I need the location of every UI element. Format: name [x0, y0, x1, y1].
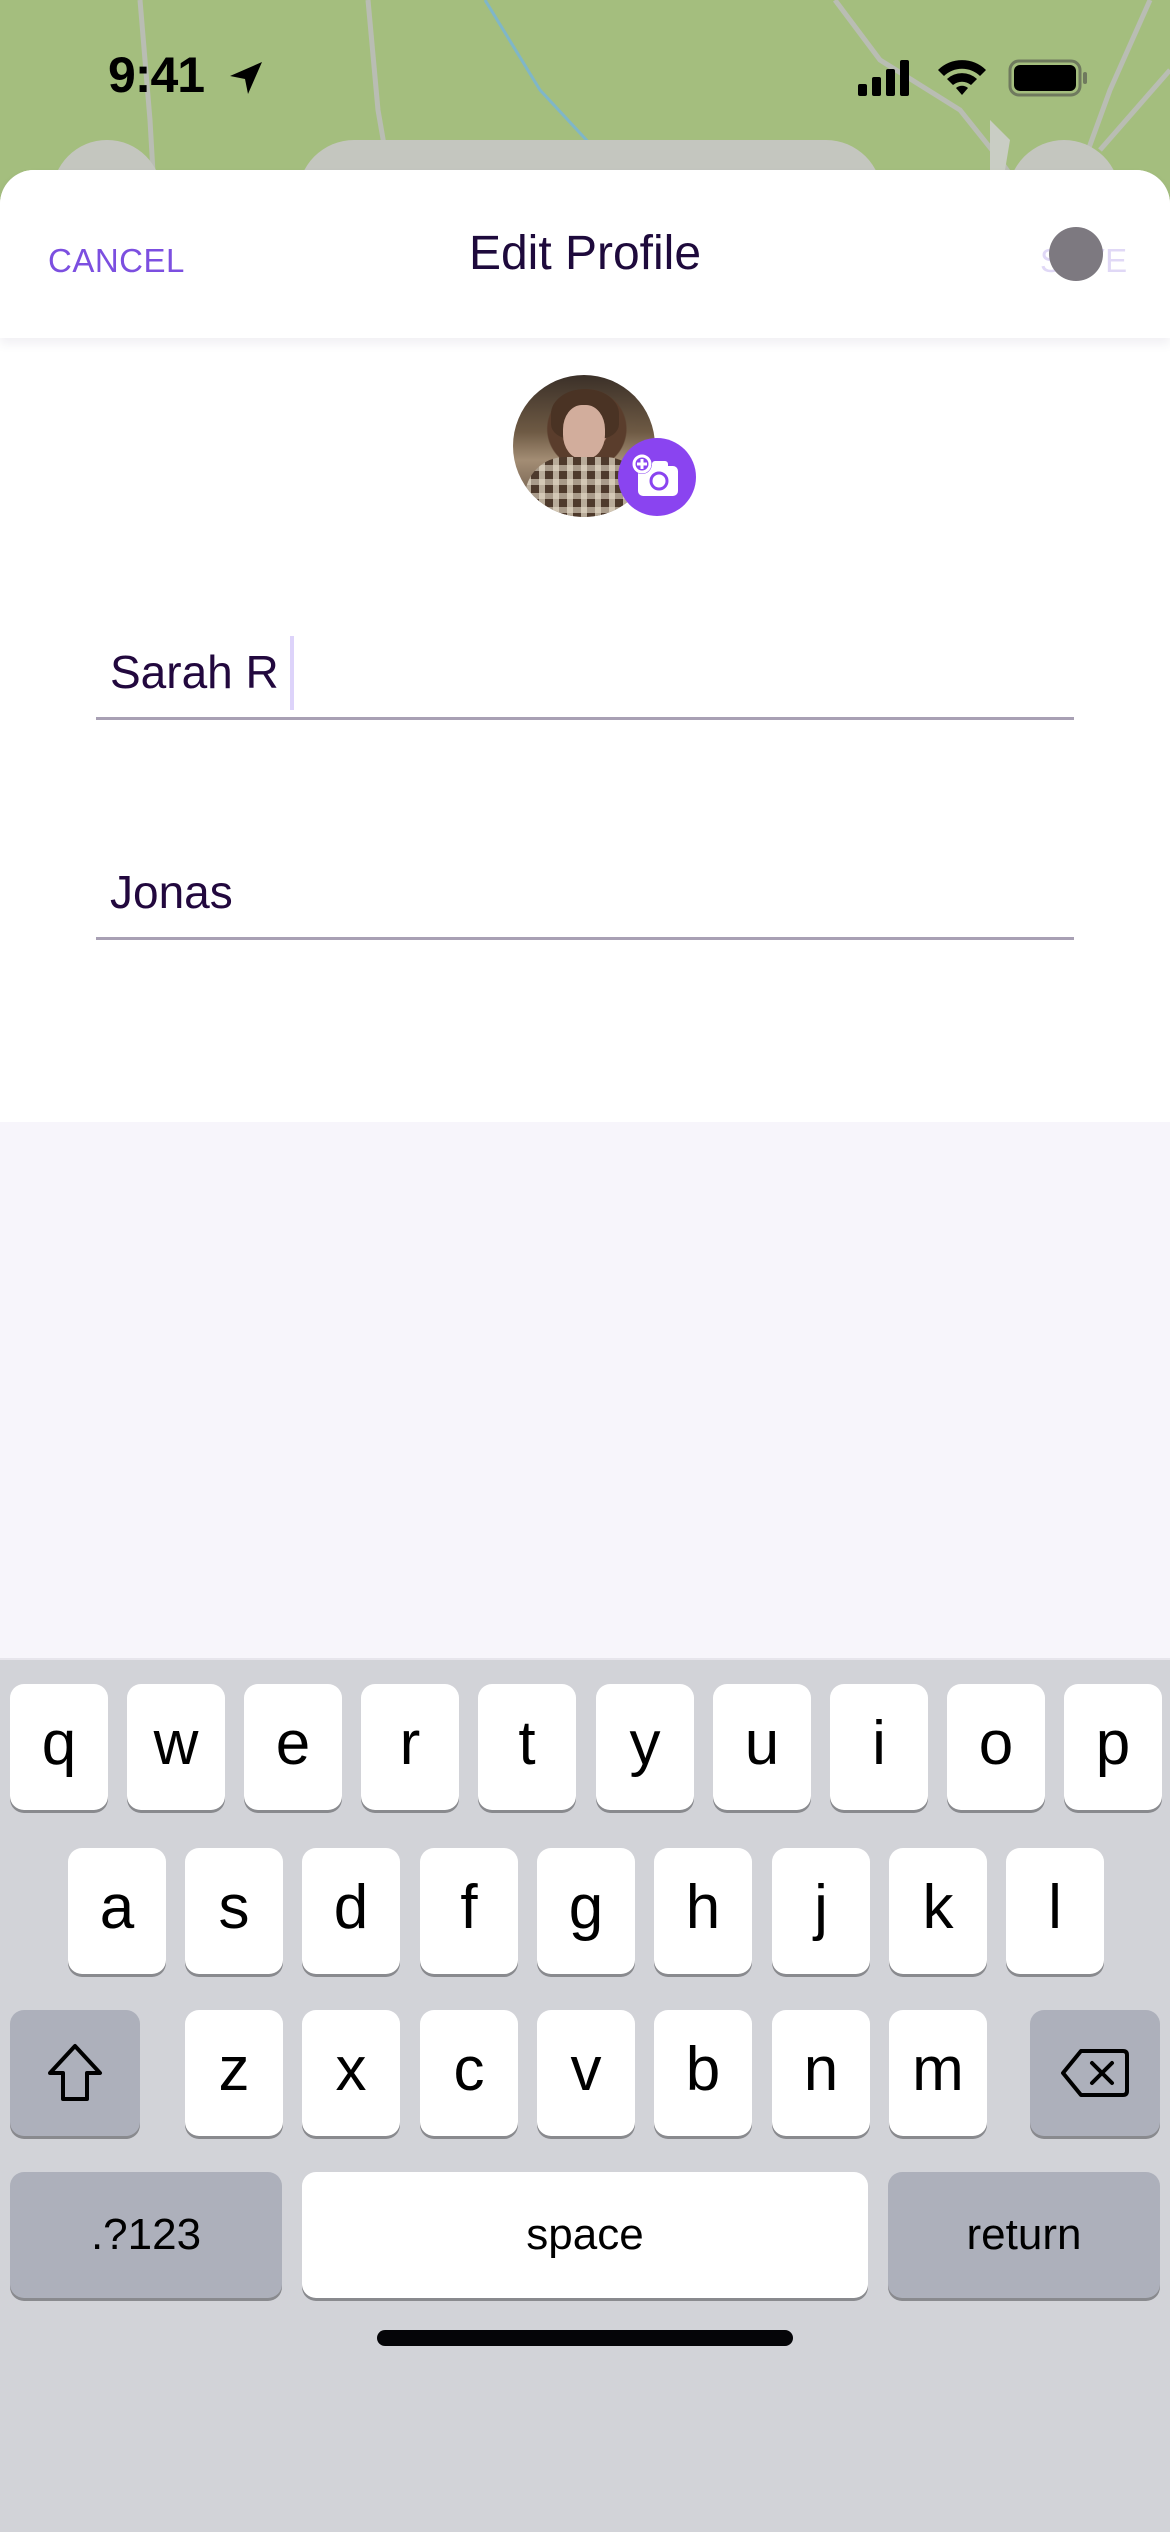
status-time: 9:41: [108, 47, 205, 103]
key-l[interactable]: l: [1006, 1848, 1104, 1974]
key-j[interactable]: j: [772, 1848, 870, 1974]
key-i[interactable]: i: [830, 1684, 928, 1810]
numbers-key[interactable]: .?123: [10, 2172, 282, 2298]
key-s[interactable]: s: [185, 1848, 283, 1974]
touch-indicator: [1049, 227, 1103, 281]
edit-profile-sheet: CANCEL Edit Profile SAVE: [0, 170, 1170, 1122]
first-name-input[interactable]: [110, 638, 1050, 706]
key-v[interactable]: v: [537, 2010, 635, 2136]
change-photo-button[interactable]: [618, 438, 696, 516]
key-w[interactable]: w: [127, 1684, 225, 1810]
nav-bar: CANCEL Edit Profile SAVE: [0, 170, 1170, 338]
key-g[interactable]: g: [537, 1848, 635, 1974]
empty-content-area: [0, 1122, 1170, 1658]
key-p[interactable]: p: [1064, 1684, 1162, 1810]
wifi-icon: [938, 60, 986, 95]
key-f[interactable]: f: [420, 1848, 518, 1974]
key-h[interactable]: h: [654, 1848, 752, 1974]
key-y[interactable]: y: [596, 1684, 694, 1810]
backspace-icon: [1061, 2049, 1129, 2097]
home-indicator[interactable]: [377, 2330, 793, 2346]
delete-key[interactable]: [1030, 2010, 1160, 2136]
key-o[interactable]: o: [947, 1684, 1045, 1810]
space-key[interactable]: space: [302, 2172, 868, 2298]
last-name-field[interactable]: [96, 840, 1074, 940]
avatar-face: [563, 405, 605, 459]
shift-key[interactable]: [10, 2010, 140, 2136]
key-e[interactable]: e: [244, 1684, 342, 1810]
key-n[interactable]: n: [772, 2010, 870, 2136]
key-r[interactable]: r: [361, 1684, 459, 1810]
status-bar: 9:41: [0, 0, 1170, 150]
key-a[interactable]: a: [68, 1848, 166, 1974]
add-photo-camera-icon: [632, 454, 678, 496]
battery-icon: [1008, 59, 1087, 97]
text-cursor: [290, 636, 294, 710]
location-arrow-icon: [230, 62, 262, 94]
key-k[interactable]: k: [889, 1848, 987, 1974]
last-name-input[interactable]: [110, 858, 1050, 926]
first-name-field[interactable]: [96, 620, 1074, 720]
page-title: Edit Profile: [468, 227, 702, 280]
keyboard: q w e r t y u i o p a s d f g h j k l z …: [0, 1658, 1170, 2532]
key-q[interactable]: q: [10, 1684, 108, 1810]
key-u[interactable]: u: [713, 1684, 811, 1810]
key-d[interactable]: d: [302, 1848, 400, 1974]
key-t[interactable]: t: [478, 1684, 576, 1810]
cellular-signal-icon: [858, 60, 909, 96]
key-z[interactable]: z: [185, 2010, 283, 2136]
shift-arrow-icon: [48, 2044, 102, 2101]
key-x[interactable]: x: [302, 2010, 400, 2136]
key-c[interactable]: c: [420, 2010, 518, 2136]
return-key[interactable]: return: [888, 2172, 1160, 2298]
key-b[interactable]: b: [654, 2010, 752, 2136]
key-m[interactable]: m: [889, 2010, 987, 2136]
